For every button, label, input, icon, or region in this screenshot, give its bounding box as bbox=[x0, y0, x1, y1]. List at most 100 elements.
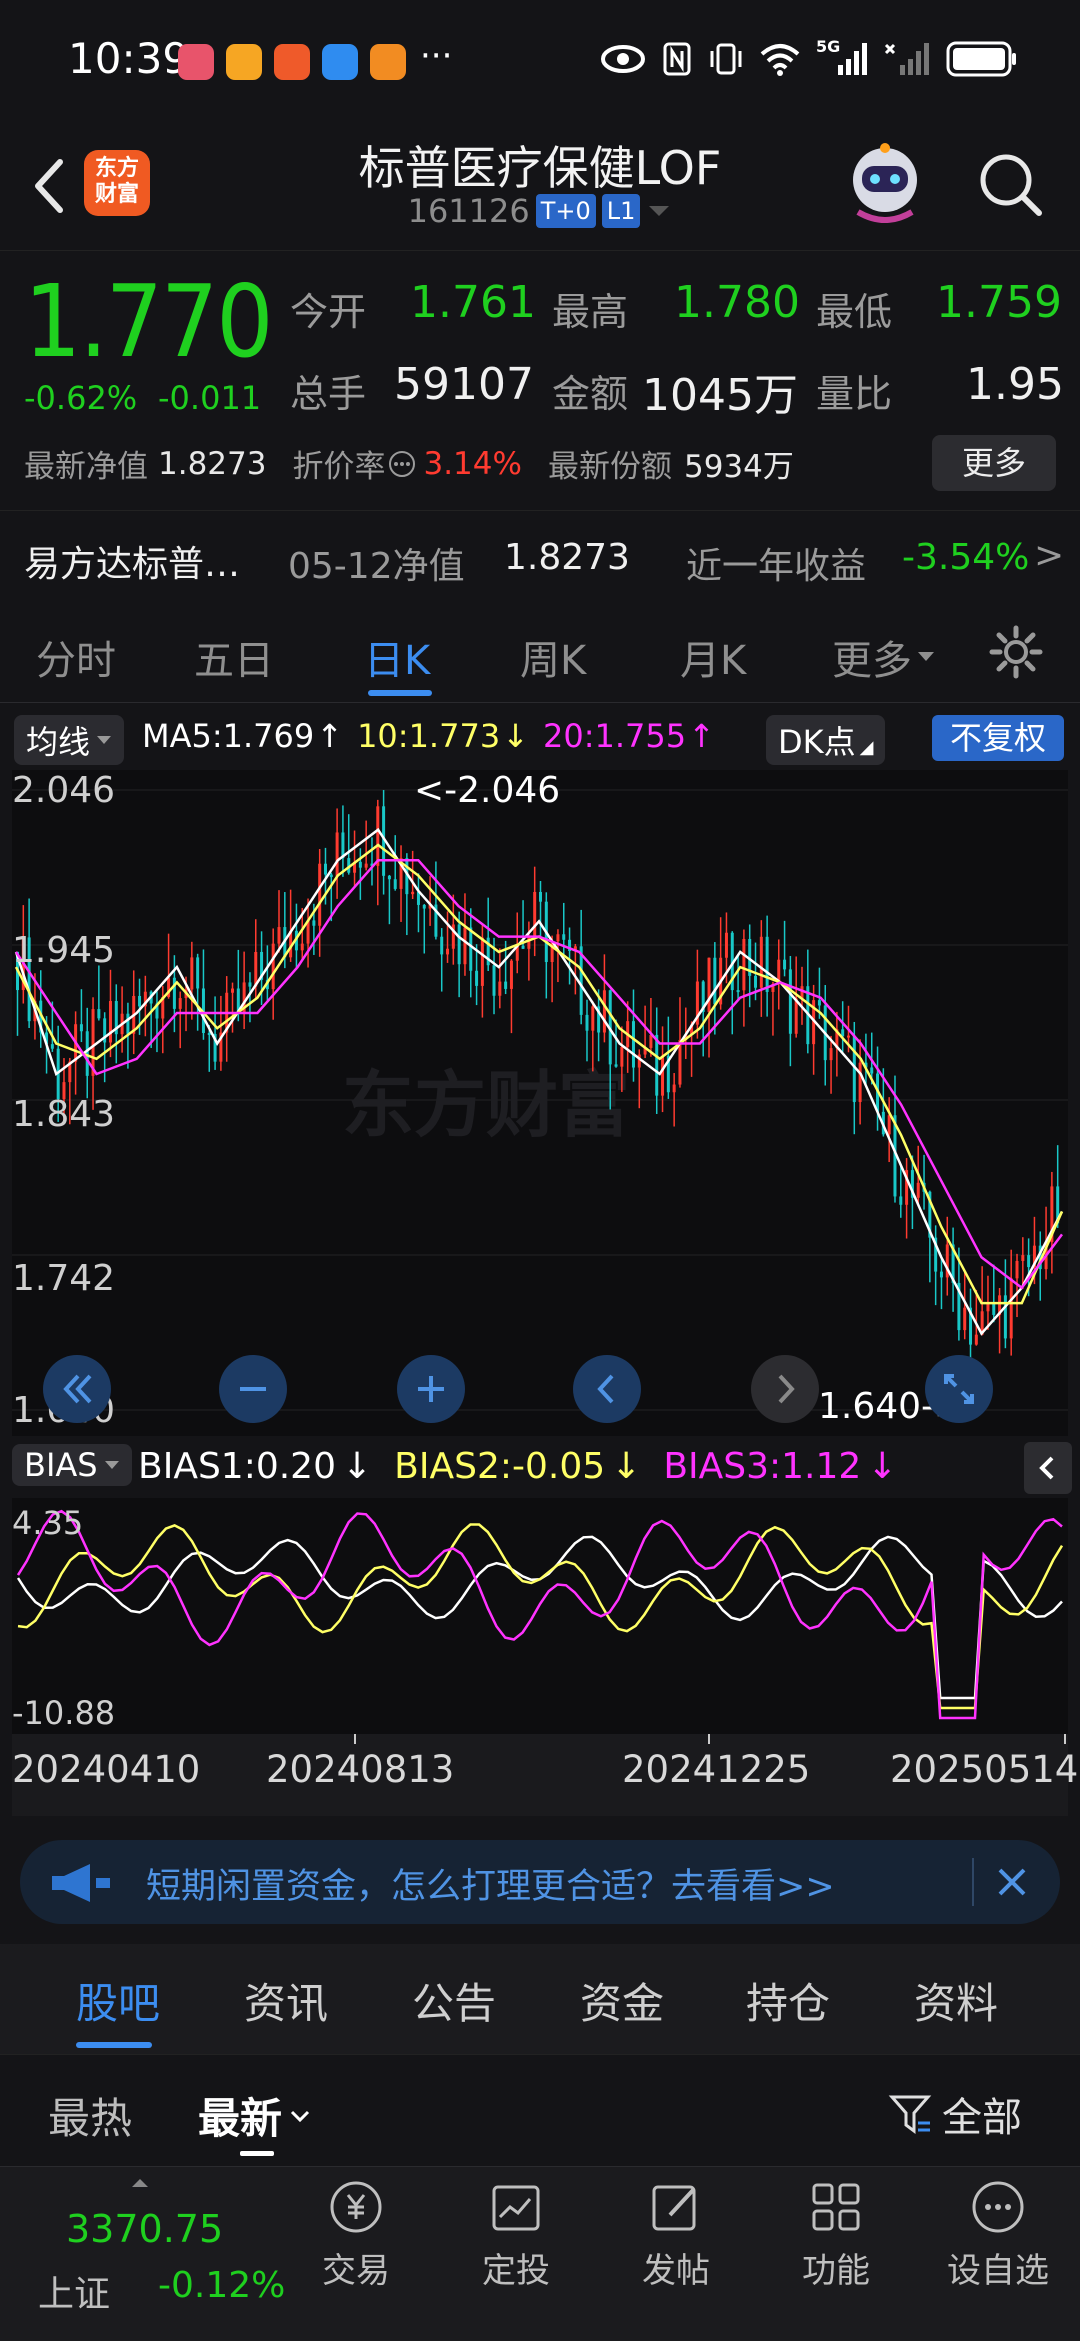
sort-latest-label: 最新 bbox=[198, 2094, 283, 2143]
candle-body bbox=[899, 1196, 903, 1205]
amount-value: 1045万 bbox=[642, 370, 798, 421]
active-tab-indicator bbox=[368, 690, 432, 696]
candle-body bbox=[916, 1182, 920, 1198]
tab-five-day[interactable]: 五日 bbox=[194, 628, 274, 686]
index-value[interactable]: 3370.75 bbox=[66, 2207, 223, 2251]
candle-body bbox=[329, 874, 333, 878]
more-button[interactable]: 更多 bbox=[932, 435, 1056, 491]
nav-row: 最新净值 1.8273 折价率 3.14% 最新份额 5934万 bbox=[24, 441, 794, 486]
info-dots-icon[interactable] bbox=[387, 449, 417, 479]
close-banner-button[interactable] bbox=[984, 1854, 1040, 1914]
ma5-value: MA5:1.769 bbox=[142, 717, 315, 755]
no-adjust-button[interactable]: 不复权 bbox=[932, 715, 1064, 761]
functions-button[interactable]: 功能 bbox=[776, 2177, 896, 2292]
minus-icon bbox=[219, 1355, 287, 1423]
megaphone-icon bbox=[52, 1864, 110, 1902]
jump-start-button[interactable] bbox=[42, 1354, 112, 1428]
post-button[interactable]: 发帖 bbox=[616, 2177, 736, 2292]
collapse-indicator-button[interactable] bbox=[1024, 1442, 1072, 1494]
bias-values: BIAS1:0.20 ↓ BIAS2:-0.05 ↓ BIAS3:1.12 ↓ bbox=[138, 1446, 898, 1487]
candle-body bbox=[614, 1064, 618, 1067]
sort-latest[interactable]: 最新 bbox=[198, 2085, 312, 2146]
candle-body bbox=[207, 1032, 211, 1035]
plus-icon bbox=[397, 1355, 465, 1423]
promo-text: 短期闲置资金，怎么打理更合适？去看看>> bbox=[146, 1867, 835, 1907]
candle-body bbox=[312, 920, 316, 926]
candle-body bbox=[788, 969, 792, 1034]
ma20-value: 20:1.755 bbox=[542, 717, 687, 755]
auto-invest-button[interactable]: 定投 bbox=[456, 2177, 576, 2292]
candle-body bbox=[277, 927, 281, 944]
vibrate-icon bbox=[710, 43, 742, 75]
tracking-fund-name: 易方达标普… bbox=[24, 544, 241, 585]
promo-banner[interactable]: 短期闲置资金，怎么打理更合适？去看看>> bbox=[20, 1840, 1060, 1924]
tab-announcements[interactable]: 公告 bbox=[412, 1970, 496, 2031]
tab-holdings[interactable]: 持仓 bbox=[746, 1970, 830, 2031]
sort-hot[interactable]: 最热 bbox=[48, 2085, 132, 2146]
sort-tabs: 最热 最新 全部 bbox=[0, 2054, 1080, 2167]
candle-body bbox=[858, 1062, 862, 1103]
chart-settings-button[interactable] bbox=[988, 624, 1044, 684]
kline-chart[interactable]: 东方财富 2.046 1.945 1.843 1.742 1.640 <-2.0… bbox=[12, 770, 1068, 1436]
tab-guba[interactable]: 股吧 bbox=[76, 1970, 160, 2031]
tab-more[interactable]: 更多 bbox=[832, 628, 936, 686]
tab-monthly-k[interactable]: 月K bbox=[680, 628, 746, 686]
scroll-right-button[interactable] bbox=[750, 1354, 820, 1428]
tracking-fund-row[interactable]: 易方达标普… 05-12净值 1.8273 近一年收益 -3.54% > bbox=[0, 510, 1080, 613]
candle-body bbox=[422, 904, 426, 909]
y-label: 1.742 bbox=[12, 1258, 116, 1299]
tab-daily-k[interactable]: 日K bbox=[364, 628, 430, 686]
bias-chart[interactable]: 4.35 -10.88 bbox=[12, 1498, 1068, 1734]
bias-selector[interactable]: BIAS bbox=[12, 1444, 132, 1486]
candle-body bbox=[446, 948, 450, 955]
tab-profile[interactable]: 资料 bbox=[914, 1970, 998, 2031]
search-button[interactable] bbox=[976, 150, 1046, 220]
ma-selector-label: 均线 bbox=[26, 723, 91, 761]
trade-button[interactable]: 交易 bbox=[296, 2177, 416, 2292]
y-label: 1.945 bbox=[12, 930, 116, 971]
bias-indicator-row: BIAS BIAS1:0.20 ↓ BIAS2:-0.05 ↓ BIAS3:1.12… bbox=[0, 1436, 1080, 1498]
scroll-left-button[interactable] bbox=[572, 1354, 642, 1428]
tick bbox=[354, 1734, 356, 1744]
quote-panel: 1.770 -0.62% -0.011 今开 1.761 最高 1.780 最低… bbox=[0, 250, 1080, 511]
assistant-robot-icon[interactable] bbox=[846, 140, 924, 224]
tab-intraday[interactable]: 分时 bbox=[36, 628, 116, 686]
shares-label: 最新份额 bbox=[547, 449, 672, 485]
candle-body bbox=[126, 1013, 130, 1034]
notification-app-icon bbox=[274, 44, 310, 80]
candle-body bbox=[655, 1034, 659, 1096]
candle-body bbox=[358, 861, 362, 868]
candle-body bbox=[1027, 1255, 1031, 1268]
add-watchlist-label: 设自选 bbox=[947, 2251, 1049, 2291]
tab-weekly-k[interactable]: 周K bbox=[520, 628, 586, 686]
ma10-value: 10:1.773 bbox=[357, 717, 501, 755]
ma-selector[interactable]: 均线 bbox=[14, 715, 125, 765]
signal-5g-icon: 5G bbox=[816, 37, 868, 77]
zoom-out-button[interactable] bbox=[218, 1354, 288, 1428]
dk-point-button[interactable]: DK点 ◢ bbox=[766, 715, 886, 765]
candle-body bbox=[562, 934, 566, 940]
fund-code: 161126 bbox=[407, 192, 530, 230]
candle-body bbox=[1009, 1278, 1013, 1339]
candle-body bbox=[300, 943, 304, 951]
candle-body bbox=[178, 998, 182, 1009]
candle-body bbox=[992, 1303, 996, 1315]
bias2-value: BIAS2:-0.05 bbox=[394, 1446, 606, 1487]
candle-body bbox=[846, 1035, 850, 1038]
l1-tag: L1 bbox=[601, 194, 641, 228]
bias-plot bbox=[16, 1509, 1064, 1720]
candle-body bbox=[475, 970, 479, 986]
volume-label: 总手 bbox=[290, 372, 367, 416]
caret-down-icon bbox=[97, 736, 112, 744]
add-watchlist-button[interactable]: 设自选 bbox=[938, 2177, 1058, 2292]
fullscreen-button[interactable] bbox=[924, 1354, 994, 1428]
tab-funds[interactable]: 资金 bbox=[580, 1970, 664, 2031]
tab-news[interactable]: 资讯 bbox=[244, 1970, 328, 2031]
zoom-in-button[interactable] bbox=[396, 1354, 466, 1428]
search-icon bbox=[980, 154, 1042, 216]
candle-body bbox=[754, 975, 758, 988]
double-chevron-left-icon bbox=[43, 1355, 111, 1423]
weibo-icon bbox=[226, 44, 262, 80]
filter-button[interactable]: 全部 bbox=[888, 2085, 1022, 2143]
up-arrow-icon: ↑ bbox=[688, 717, 715, 755]
